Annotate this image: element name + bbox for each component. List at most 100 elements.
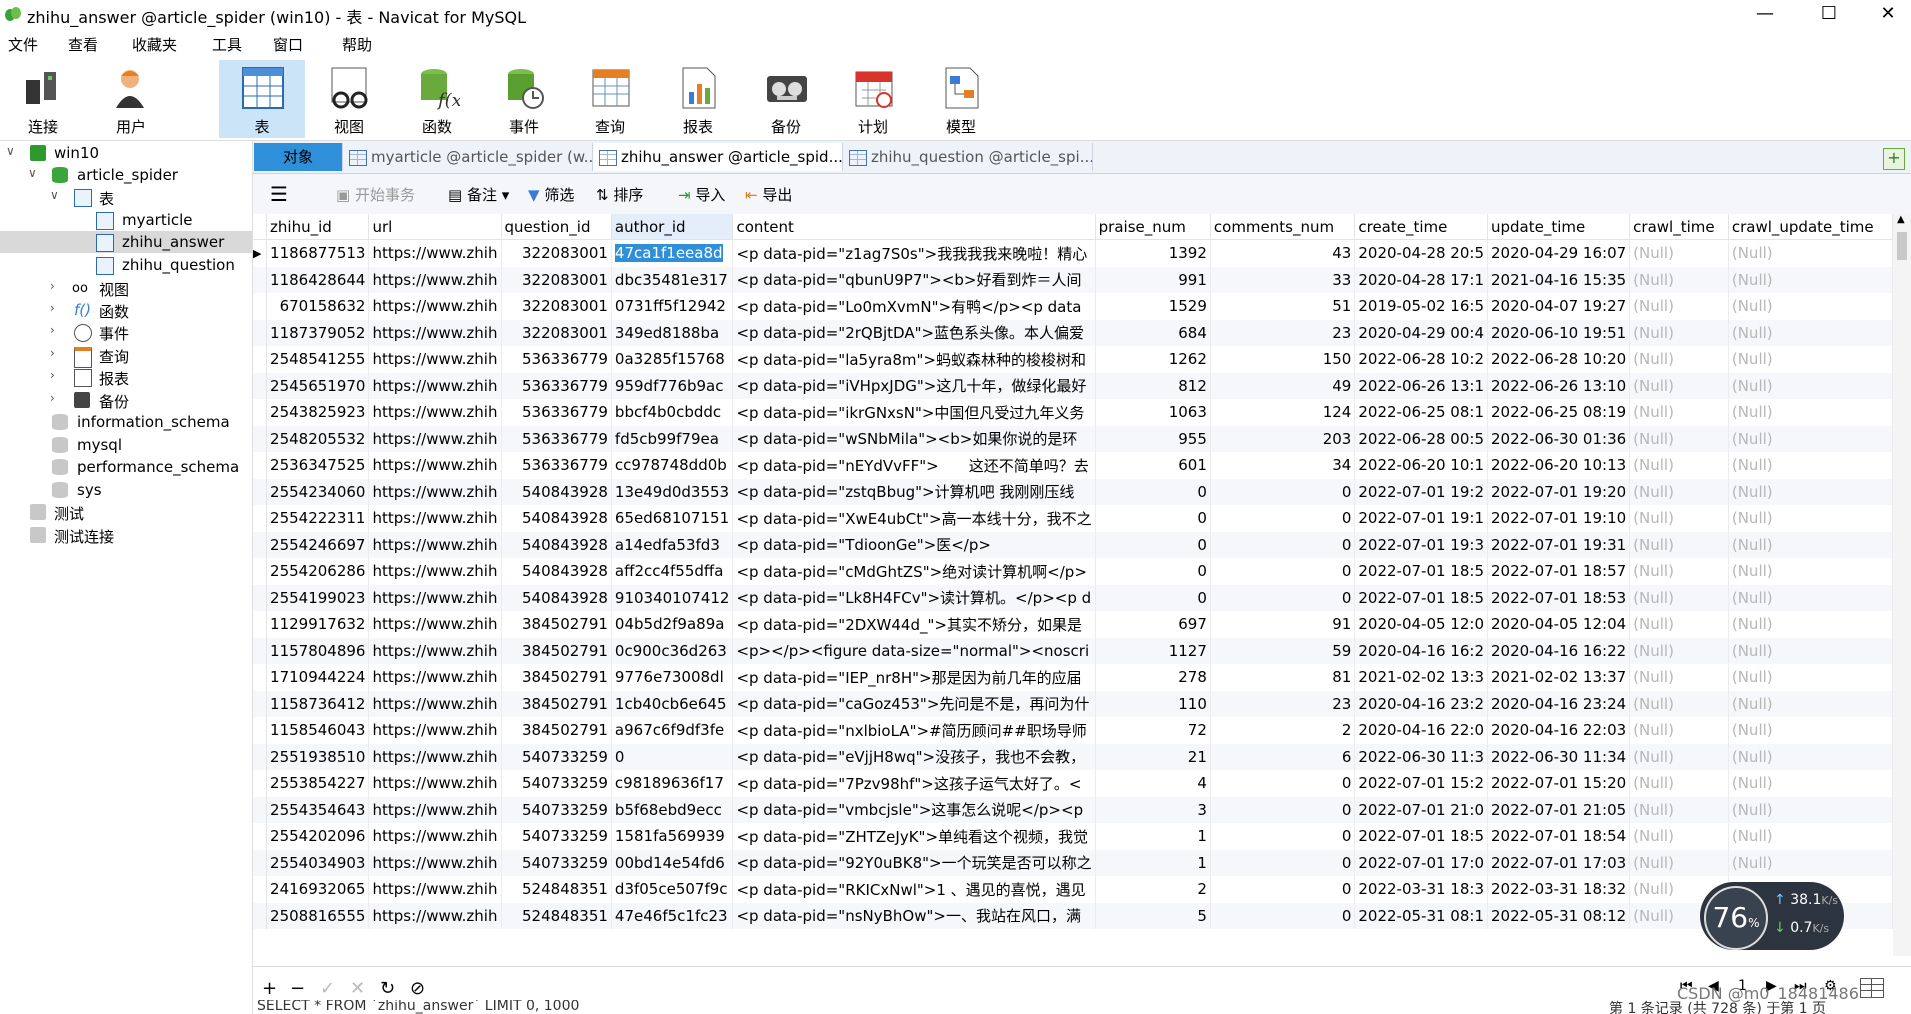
row-header[interactable] (253, 690, 268, 717)
cell-create-time[interactable]: 2022-07-01 21:0 (1354, 796, 1488, 823)
cell-comments-num[interactable]: 2 (1210, 717, 1356, 744)
row-header[interactable]: ▶ (253, 239, 268, 267)
column-header-zhihu-id[interactable]: zhihu_id (266, 214, 370, 240)
table-row[interactable]: 2554206286 https://www.zhih 540843928 aff2c… (253, 558, 1893, 585)
tree-item-queries[interactable]: › 查询 (0, 344, 252, 368)
tree-item-functions[interactable]: › f() 函数 (0, 299, 252, 321)
tree-item-events[interactable]: › 事件 (0, 321, 252, 343)
menu-favorites[interactable]: 收藏夹 (132, 34, 177, 55)
cell-update-time[interactable]: 2022-07-01 18:53 (1487, 584, 1631, 611)
cell-crawl-update-time[interactable]: (Null) (1728, 425, 1893, 452)
cell-comments-num[interactable]: 0 (1210, 478, 1356, 505)
cell-question-id[interactable]: 540843928 (501, 478, 612, 505)
chevron-right-icon[interactable]: › (50, 346, 55, 360)
cell-create-time[interactable]: 2022-06-26 13:1 (1354, 372, 1488, 399)
cell-url[interactable]: https://www.zhih (368, 505, 502, 532)
cell-create-time[interactable]: 2022-06-30 11:3 (1354, 743, 1488, 770)
cell-praise-num[interactable]: 1 (1095, 823, 1211, 850)
column-header-crawl-time[interactable]: crawl_time (1629, 214, 1729, 240)
cell-comments-num[interactable]: 150 (1210, 346, 1356, 373)
cell-praise-num[interactable]: 0 (1095, 531, 1211, 558)
cell-url[interactable]: https://www.zhih (368, 743, 502, 770)
cell-comments-num[interactable]: 51 (1210, 293, 1356, 320)
cell-comments-num[interactable]: 0 (1210, 505, 1356, 532)
cell-create-time[interactable]: 2022-06-28 10:2 (1354, 346, 1488, 373)
toolbar-user-button[interactable]: 用户 (88, 60, 174, 138)
cell-author-id[interactable]: b5f68ebd9ecc (611, 796, 734, 823)
cell-content[interactable]: <p data-pid="iVHpxJDG">这几十年，做绿化最好 (732, 372, 1096, 399)
cell-comments-num[interactable]: 0 (1210, 558, 1356, 585)
cell-crawl-time[interactable]: (Null) (1629, 611, 1729, 638)
cell-crawl-update-time[interactable]: (Null) (1728, 743, 1893, 770)
cell-author-id[interactable]: cc978748dd0b (611, 452, 734, 479)
tree-item-test-connection[interactable]: 测试连接 (0, 524, 252, 546)
cell-content[interactable]: <p data-pid="wSNbMila"><b>如果你说的是环 (732, 425, 1096, 452)
cell-praise-num[interactable]: 3 (1095, 796, 1211, 823)
cell-comments-num[interactable]: 81 (1210, 664, 1356, 691)
cell-author-id[interactable]: 9776e73008dl (611, 664, 734, 691)
cell-crawl-time[interactable]: (Null) (1629, 717, 1729, 744)
cell-update-time[interactable]: 2022-06-30 11:34 (1487, 743, 1631, 770)
cell-update-time[interactable]: 2022-06-25 08:19 (1487, 399, 1631, 426)
cell-crawl-update-time[interactable]: (Null) (1728, 505, 1893, 532)
cell-url[interactable]: https://www.zhih (368, 531, 502, 558)
cell-author-id[interactable]: 04b5d2f9a89a (611, 611, 734, 638)
cell-crawl-time[interactable]: (Null) (1629, 452, 1729, 479)
cell-author-id[interactable]: 0 (611, 743, 734, 770)
column-header-update-time[interactable]: update_time (1487, 214, 1631, 240)
cell-zhihu-id[interactable]: 1710944224 (266, 664, 370, 691)
cell-content[interactable]: <p data-pid="la5yra8m">蚂蚁森林种的梭梭树和 (732, 346, 1096, 373)
cell-question-id[interactable]: 322083001 (501, 319, 612, 346)
cell-content[interactable]: <p data-pid="z1ag7S0s">我我我我来晚啦！精心 (732, 239, 1096, 267)
row-header[interactable] (253, 319, 268, 346)
grid-view-icon[interactable] (1860, 978, 1884, 998)
chevron-right-icon[interactable]: › (50, 301, 55, 315)
cell-update-time[interactable]: 2022-07-01 18:54 (1487, 823, 1631, 850)
cell-comments-num[interactable]: 0 (1210, 770, 1356, 797)
cell-praise-num[interactable]: 1063 (1095, 399, 1211, 426)
cell-content[interactable]: <p data-pid="92Y0uBK8">一个玩笑是否可以称之 (732, 849, 1096, 876)
scrollbar-thumb[interactable] (1897, 232, 1907, 260)
cell-zhihu-id[interactable]: 2548541255 (266, 346, 370, 373)
begin-transaction-button[interactable]: ▣ 开始事务 (336, 184, 415, 205)
cell-question-id[interactable]: 384502791 (501, 664, 612, 691)
cell-crawl-update-time[interactable]: (Null) (1728, 478, 1893, 505)
cell-author-id[interactable]: 0c900c36d263 (611, 637, 734, 664)
cell-author-id[interactable]: dbc35481e317 (611, 266, 734, 293)
cell-crawl-update-time[interactable]: (Null) (1728, 637, 1893, 664)
cell-zhihu-id[interactable]: 2551938510 (266, 743, 370, 770)
cell-crawl-update-time[interactable]: (Null) (1728, 584, 1893, 611)
toolbar-report-button[interactable]: 报表 (655, 60, 741, 138)
cell-author-id[interactable]: 349ed8188ba (611, 319, 734, 346)
cell-url[interactable]: https://www.zhih (368, 584, 502, 611)
cell-comments-num[interactable]: 0 (1210, 849, 1356, 876)
cell-url[interactable]: https://www.zhih (368, 558, 502, 585)
cell-update-time[interactable]: 2022-05-31 08:12 (1487, 902, 1631, 929)
cell-praise-num[interactable]: 697 (1095, 611, 1211, 638)
delete-record-button[interactable]: − (290, 978, 305, 999)
table-row[interactable]: 1129917632 https://www.zhih 384502791 04b5d… (253, 611, 1893, 638)
cell-zhihu-id[interactable]: 1129917632 (266, 611, 370, 638)
table-row[interactable]: 2554246697 https://www.zhih 540843928 a14ed… (253, 531, 1893, 558)
cell-author-id[interactable]: bbcf4b0cbddc (611, 399, 734, 426)
cell-content[interactable]: <p data-pid="eVjjH8wq">没孩子，我也不会教， (732, 743, 1096, 770)
cell-crawl-update-time[interactable]: (Null) (1728, 823, 1893, 850)
cell-update-time[interactable]: 2020-06-10 19:51 (1487, 319, 1631, 346)
cell-author-id[interactable]: 1cb40cb6e645 (611, 690, 734, 717)
chevron-right-icon[interactable]: › (50, 279, 55, 293)
cell-zhihu-id[interactable]: 2554222311 (266, 505, 370, 532)
chevron-right-icon[interactable]: › (50, 323, 55, 337)
cell-question-id[interactable]: 536336779 (501, 399, 612, 426)
close-button[interactable]: ✕ (1865, 0, 1911, 28)
cell-question-id[interactable]: 384502791 (501, 611, 612, 638)
cell-question-id[interactable]: 540843928 (501, 531, 612, 558)
cell-update-time[interactable]: 2021-02-02 13:37 (1487, 664, 1631, 691)
table-row[interactable]: 2551938510 https://www.zhih 540733259 0 <p d… (253, 743, 1893, 770)
cell-comments-num[interactable]: 23 (1210, 690, 1356, 717)
cell-content[interactable]: <p data-pid="IEP_nr8H">那是因为前几年的应届 (732, 664, 1096, 691)
cell-author-id[interactable]: d3f05ce507f9c (611, 876, 734, 903)
table-row[interactable]: 1158736412 https://www.zhih 384502791 1cb40… (253, 690, 1893, 717)
cell-praise-num[interactable]: 0 (1095, 478, 1211, 505)
cell-crawl-time[interactable]: (Null) (1629, 690, 1729, 717)
cell-update-time[interactable]: 2020-04-16 16:22 (1487, 637, 1631, 664)
